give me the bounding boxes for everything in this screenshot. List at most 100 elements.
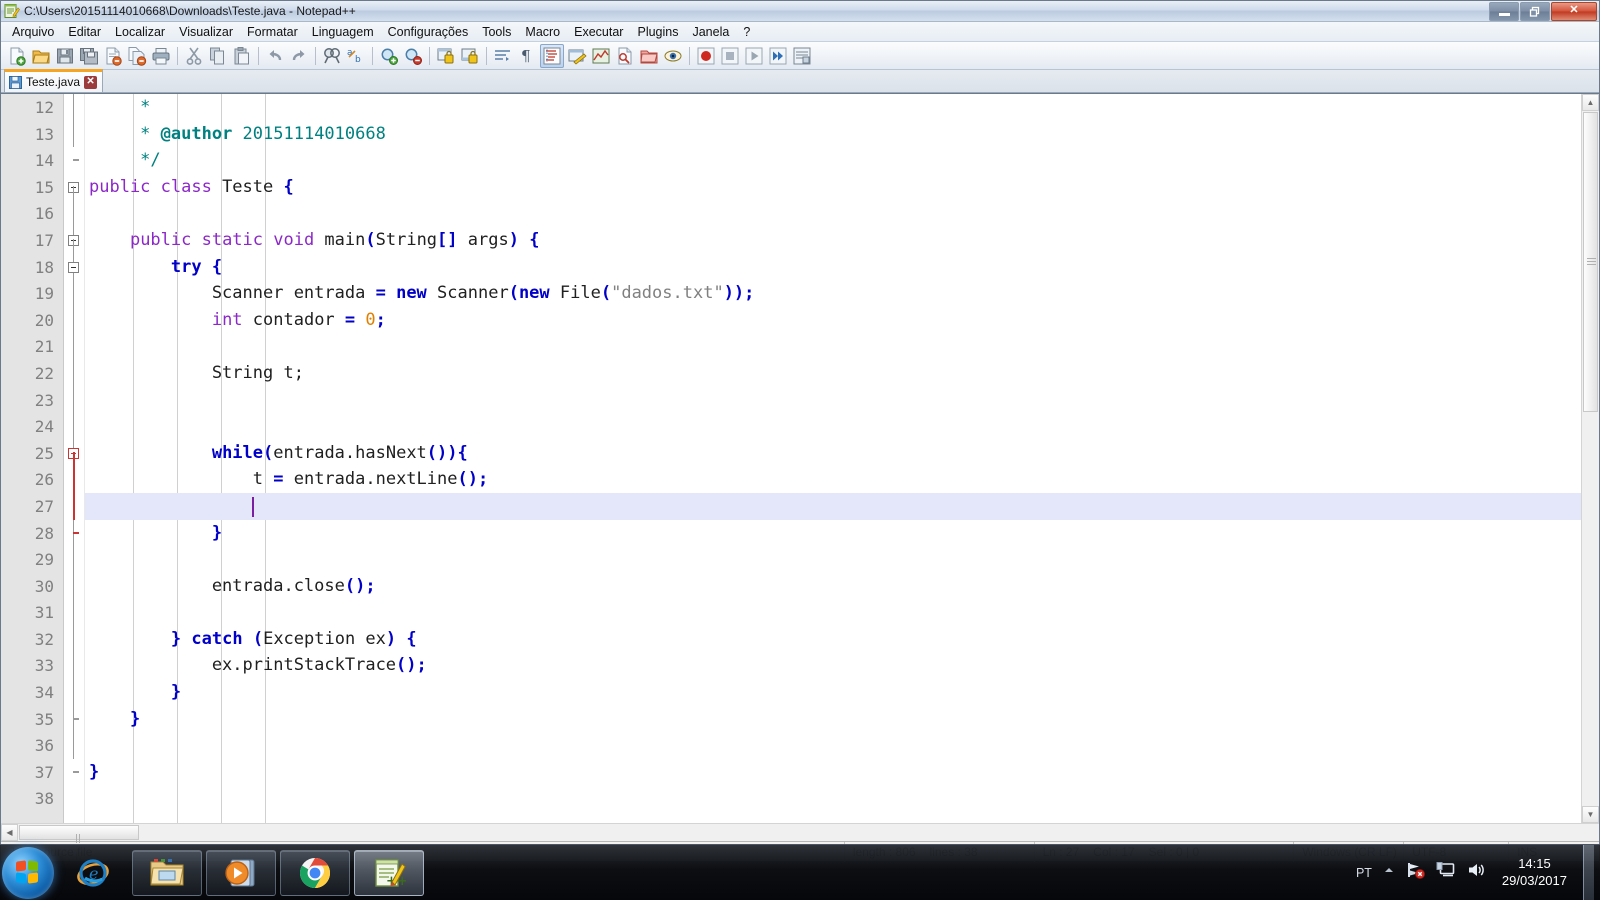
scroll-left-arrow[interactable]: ◀ bbox=[1, 824, 18, 841]
tray-language-indicator[interactable]: PT bbox=[1356, 866, 1372, 880]
code-line[interactable]: } bbox=[85, 679, 1581, 706]
code-line[interactable]: String t; bbox=[85, 360, 1581, 387]
menu-help[interactable]: ? bbox=[736, 24, 757, 40]
code-line[interactable]: * bbox=[85, 94, 1581, 121]
code-line[interactable] bbox=[85, 200, 1581, 227]
show-indent-guide-icon[interactable] bbox=[540, 43, 564, 68]
taskbar-windows-explorer-icon[interactable] bbox=[132, 849, 202, 896]
record-macro-icon[interactable] bbox=[695, 45, 717, 67]
show-desktop-button[interactable] bbox=[1583, 845, 1594, 900]
tab-teste-java[interactable]: Teste.java ✕ bbox=[4, 69, 104, 92]
copy-icon[interactable] bbox=[207, 45, 229, 67]
new-file-icon[interactable] bbox=[6, 45, 28, 67]
fold-toggle-icon[interactable] bbox=[68, 261, 79, 273]
code-line[interactable] bbox=[85, 785, 1581, 812]
restore-button[interactable] bbox=[1520, 2, 1550, 21]
print-icon[interactable] bbox=[150, 45, 172, 67]
vertical-scrollbar[interactable]: ▲ ▼ bbox=[1581, 94, 1599, 823]
code-line[interactable]: while(entrada.hasNext()){ bbox=[85, 440, 1581, 467]
code-line[interactable] bbox=[85, 413, 1581, 440]
vertical-scroll-thumb[interactable] bbox=[1583, 112, 1598, 412]
taskbar-google-chrome-icon[interactable] bbox=[280, 849, 350, 896]
scroll-down-arrow[interactable]: ▼ bbox=[1582, 806, 1599, 823]
undo-icon[interactable] bbox=[264, 45, 286, 67]
save-macro-icon[interactable] bbox=[791, 45, 813, 67]
paste-icon[interactable] bbox=[231, 45, 253, 67]
start-orb-icon[interactable] bbox=[2, 846, 54, 899]
menu-tools[interactable]: Tools bbox=[475, 24, 518, 40]
scroll-up-arrow[interactable]: ▲ bbox=[1582, 94, 1599, 111]
sync-horizontal-scrolling-icon[interactable] bbox=[459, 45, 481, 67]
network-error-icon[interactable] bbox=[1406, 861, 1426, 884]
menu-editar[interactable]: Editar bbox=[61, 24, 108, 40]
code-line[interactable]: public static void main(String[] args) { bbox=[85, 227, 1581, 254]
play-macro-icon[interactable] bbox=[743, 45, 765, 67]
stop-macro-icon[interactable] bbox=[719, 45, 741, 67]
word-wrap-icon[interactable] bbox=[492, 45, 514, 67]
code-line[interactable] bbox=[85, 732, 1581, 759]
zoom-out-icon[interactable] bbox=[402, 45, 424, 67]
code-line[interactable] bbox=[85, 599, 1581, 626]
minimize-button[interactable] bbox=[1489, 2, 1519, 21]
taskbar-windows-media-player-icon[interactable] bbox=[206, 849, 276, 896]
code-line[interactable]: } bbox=[85, 706, 1581, 733]
code-line[interactable]: Scanner entrada = new Scanner(new File("… bbox=[85, 280, 1581, 307]
save-all-icon[interactable] bbox=[78, 45, 100, 67]
code-line[interactable]: } bbox=[85, 520, 1581, 547]
code-line[interactable]: entrada.close(); bbox=[85, 573, 1581, 600]
monitoring-icon[interactable] bbox=[662, 45, 684, 67]
menu-visualizar[interactable]: Visualizar bbox=[172, 24, 240, 40]
save-icon[interactable] bbox=[54, 45, 76, 67]
find-icon[interactable] bbox=[321, 45, 343, 67]
tab-close-icon[interactable]: ✕ bbox=[84, 75, 98, 89]
show-all-characters-icon[interactable]: ¶ bbox=[516, 45, 538, 67]
menu-executar[interactable]: Executar bbox=[567, 24, 630, 40]
code-line[interactable]: t = entrada.nextLine(); bbox=[85, 466, 1581, 493]
sync-vertical-scrolling-icon[interactable] bbox=[435, 45, 457, 67]
menu-plugins[interactable]: Plugins bbox=[630, 24, 685, 40]
run-macro-multiple-icon[interactable] bbox=[767, 45, 789, 67]
menu-localizar[interactable]: Localizar bbox=[108, 24, 172, 40]
cut-icon[interactable] bbox=[183, 45, 205, 67]
code-line[interactable] bbox=[85, 387, 1581, 414]
zoom-in-icon[interactable] bbox=[378, 45, 400, 67]
menu-linguagem[interactable]: Linguagem bbox=[305, 24, 381, 40]
volume-icon[interactable] bbox=[1466, 861, 1486, 884]
document-map-icon[interactable] bbox=[590, 45, 612, 67]
code-line[interactable]: */ bbox=[85, 147, 1581, 174]
user-defined-dialog-icon[interactable] bbox=[566, 45, 588, 67]
menu-formatar[interactable]: Formatar bbox=[240, 24, 305, 40]
menu-arquivo[interactable]: Arquivo bbox=[5, 24, 61, 40]
code-line[interactable]: ex.printStackTrace(); bbox=[85, 652, 1581, 679]
chevron-up-icon[interactable] bbox=[1382, 863, 1396, 882]
taskbar-notepad-plus-plus-icon[interactable]: ++ bbox=[354, 849, 424, 896]
display-icon[interactable] bbox=[1436, 861, 1456, 884]
code-token: = bbox=[273, 469, 284, 490]
code-line[interactable] bbox=[85, 546, 1581, 573]
taskbar-clock[interactable]: 14:15 29/03/2017 bbox=[1496, 856, 1573, 889]
code-line[interactable] bbox=[85, 333, 1581, 360]
replace-icon[interactable]: a b bbox=[345, 45, 367, 67]
code-text-area[interactable]: * * @author 20151114010668 */ public clas… bbox=[85, 94, 1581, 823]
redo-icon[interactable] bbox=[288, 45, 310, 67]
horizontal-scroll-thumb[interactable] bbox=[19, 825, 139, 861]
code-line[interactable]: } catch (Exception ex) { bbox=[85, 626, 1581, 653]
code-line[interactable] bbox=[85, 492, 1581, 520]
menu-macro[interactable]: Macro bbox=[518, 24, 567, 40]
folder-as-workspace-icon[interactable] bbox=[638, 45, 660, 67]
code-line[interactable]: int contador = 0; bbox=[85, 307, 1581, 334]
function-list-icon[interactable] bbox=[614, 45, 636, 67]
close-all-files-icon[interactable] bbox=[126, 45, 148, 67]
code-line[interactable]: } bbox=[85, 759, 1581, 786]
menu-configuracoes[interactable]: Configurações bbox=[381, 24, 476, 40]
open-file-icon[interactable] bbox=[30, 45, 52, 67]
close-file-icon[interactable] bbox=[102, 45, 124, 67]
code-line[interactable]: * @author 20151114010668 bbox=[85, 121, 1581, 148]
taskbar-internet-explorer-icon[interactable]: e bbox=[58, 850, 128, 896]
code-line[interactable]: public class Teste { bbox=[85, 174, 1581, 201]
close-button[interactable]: ✕ bbox=[1551, 2, 1597, 21]
horizontal-scrollbar[interactable]: ◀ bbox=[1, 823, 1599, 861]
fold-margin[interactable] bbox=[64, 94, 85, 823]
code-line[interactable]: try { bbox=[85, 254, 1581, 281]
menu-janela[interactable]: Janela bbox=[685, 24, 736, 40]
